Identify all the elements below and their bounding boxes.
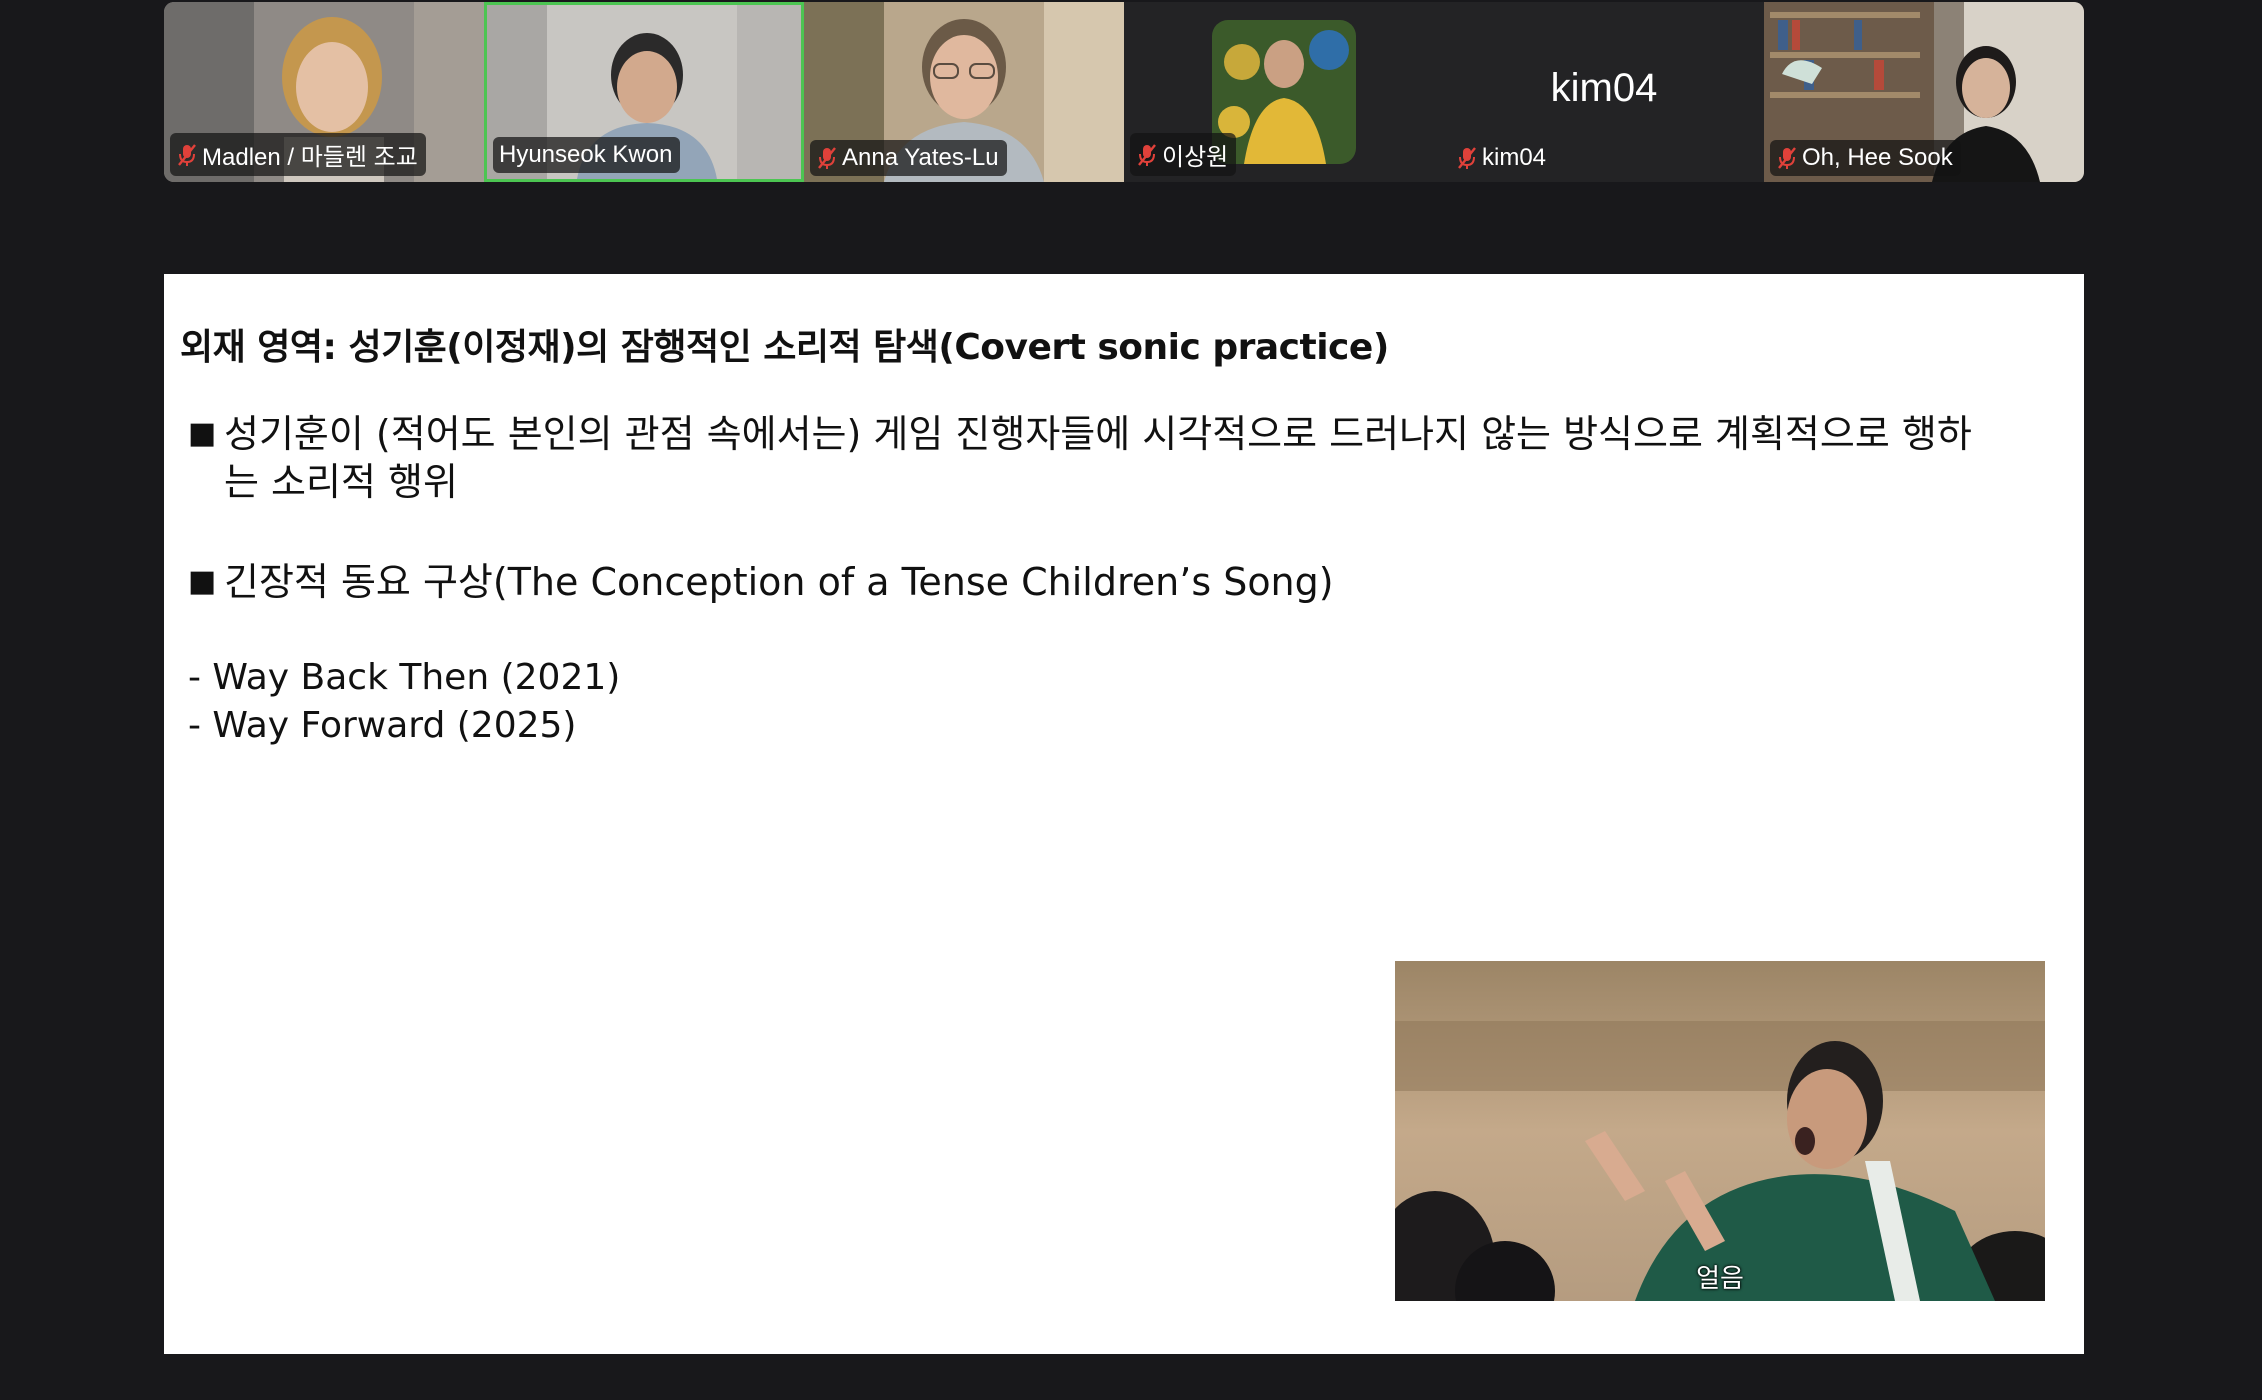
bullet-square-icon: ■	[188, 416, 217, 451]
slide-bullet: ■ 성기훈이 (적어도 본인의 관점 속에서는) 게임 진행자들에 시각적으로 …	[188, 410, 2068, 506]
participant-name-tag: Madlen / 마들렌 조교	[170, 133, 426, 176]
participant-tile-oh[interactable]: Oh, Hee Sook	[1764, 2, 2084, 182]
participant-name: Madlen / 마들렌 조교	[202, 144, 418, 171]
video-subtitle: 얼음	[1696, 1264, 1744, 1294]
participant-tile-kim04[interactable]: kim04 kim04	[1444, 2, 1764, 182]
mic-muted-icon	[1776, 146, 1798, 170]
mic-muted-icon	[176, 143, 198, 167]
slide-bullet: ■ 긴장적 동요 구상(The Conception of a Tense Ch…	[188, 558, 2068, 606]
participant-name-tag: Oh, Hee Sook	[1770, 140, 1961, 176]
shared-slide: 외재 영역: 성기훈(이정재)의 잠행적인 소리적 탐색(Covert soni…	[164, 274, 2084, 1354]
participant-name-tag: 이상원	[1130, 133, 1237, 176]
participant-name-tag: Hyunseok Kwon	[493, 137, 681, 173]
slide-sub-item: - Way Back Then (2021)	[188, 657, 621, 698]
participant-name: Anna Yates-Lu	[842, 144, 999, 171]
video-off-name: kim04	[1550, 66, 1658, 110]
participant-strip: Madlen / 마들렌 조교 Hyunseok Kwon Anna Yates…	[164, 2, 2084, 182]
video-frame	[1395, 961, 2045, 1301]
embedded-video-clip[interactable]: 얼음	[1395, 961, 2045, 1301]
participant-tile-madlen[interactable]: Madlen / 마들렌 조교	[164, 2, 484, 182]
participant-tile-anna[interactable]: Anna Yates-Lu	[804, 2, 1124, 182]
participant-name: Hyunseok Kwon	[499, 141, 673, 168]
mic-muted-icon	[1456, 146, 1478, 170]
participant-name-tag: Anna Yates-Lu	[810, 140, 1007, 176]
mic-muted-icon	[816, 146, 838, 170]
participant-tile-lee[interactable]: 이상원	[1124, 2, 1444, 182]
bullet-square-icon: ■	[188, 564, 217, 599]
participant-tile-hyunseok[interactable]: Hyunseok Kwon	[484, 2, 804, 182]
bullet-text: 긴장적 동요 구상(The Conception of a Tense Chil…	[224, 560, 1334, 604]
participant-name: kim04	[1482, 144, 1547, 171]
slide-title: 외재 영역: 성기훈(이정재)의 잠행적인 소리적 탐색(Covert soni…	[180, 327, 1389, 368]
slide-sub-item: - Way Forward (2025)	[188, 705, 577, 746]
participant-name: Oh, Hee Sook	[1802, 144, 1953, 171]
participant-name-tag: kim04	[1450, 140, 1554, 176]
bullet-text: 성기훈이 (적어도 본인의 관점 속에서는) 게임 진행자들에 시각적으로 드러…	[224, 412, 1972, 504]
mic-muted-icon	[1136, 143, 1158, 167]
participant-name: 이상원	[1162, 144, 1229, 171]
